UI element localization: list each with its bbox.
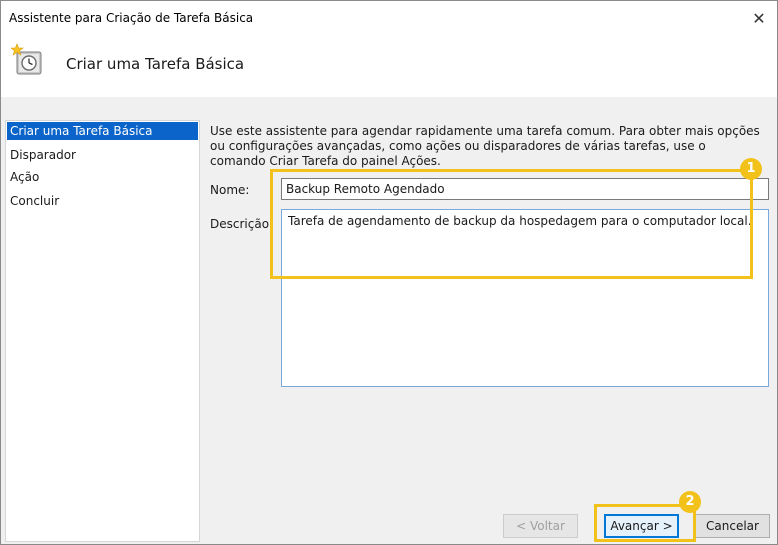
annotation-marker-1: 1 bbox=[740, 158, 762, 180]
page-title: Criar uma Tarefa Básica bbox=[66, 55, 245, 73]
wizard-window: Assistente para Criação de Tarefa Básica… bbox=[0, 0, 778, 545]
close-icon[interactable]: ✕ bbox=[745, 7, 773, 31]
window-title: Assistente para Criação de Tarefa Básica bbox=[9, 11, 254, 25]
annotation-marker-2: 2 bbox=[679, 491, 701, 513]
wizard-content: Use este assistente para agendar rapidam… bbox=[205, 120, 773, 500]
wizard-steps-sidebar: Criar uma Tarefa Básica Disparador Ação … bbox=[5, 120, 200, 542]
sidebar-item-criar-tarefa[interactable]: Criar uma Tarefa Básica bbox=[7, 122, 198, 140]
name-label: Nome: bbox=[210, 183, 250, 197]
wizard-header: Criar uma Tarefa Básica bbox=[1, 39, 777, 97]
sidebar-item-concluir[interactable]: Concluir bbox=[7, 192, 198, 210]
description-textarea[interactable]: Tarefa de agendamento de backup da hospe… bbox=[281, 209, 769, 387]
back-button[interactable]: < Voltar bbox=[503, 514, 578, 538]
cancel-button[interactable]: Cancelar bbox=[695, 514, 770, 538]
name-input[interactable] bbox=[281, 178, 769, 200]
intro-text: Use este assistente para agendar rapidam… bbox=[210, 124, 760, 168]
description-label: Descrição: bbox=[210, 217, 274, 231]
next-button[interactable]: Avançar > bbox=[604, 514, 679, 538]
sidebar-item-disparador[interactable]: Disparador bbox=[7, 146, 198, 164]
scheduled-task-icon bbox=[10, 43, 45, 77]
title-bar: Assistente para Criação de Tarefa Básica… bbox=[1, 1, 777, 39]
sidebar-item-acao[interactable]: Ação bbox=[7, 168, 198, 186]
